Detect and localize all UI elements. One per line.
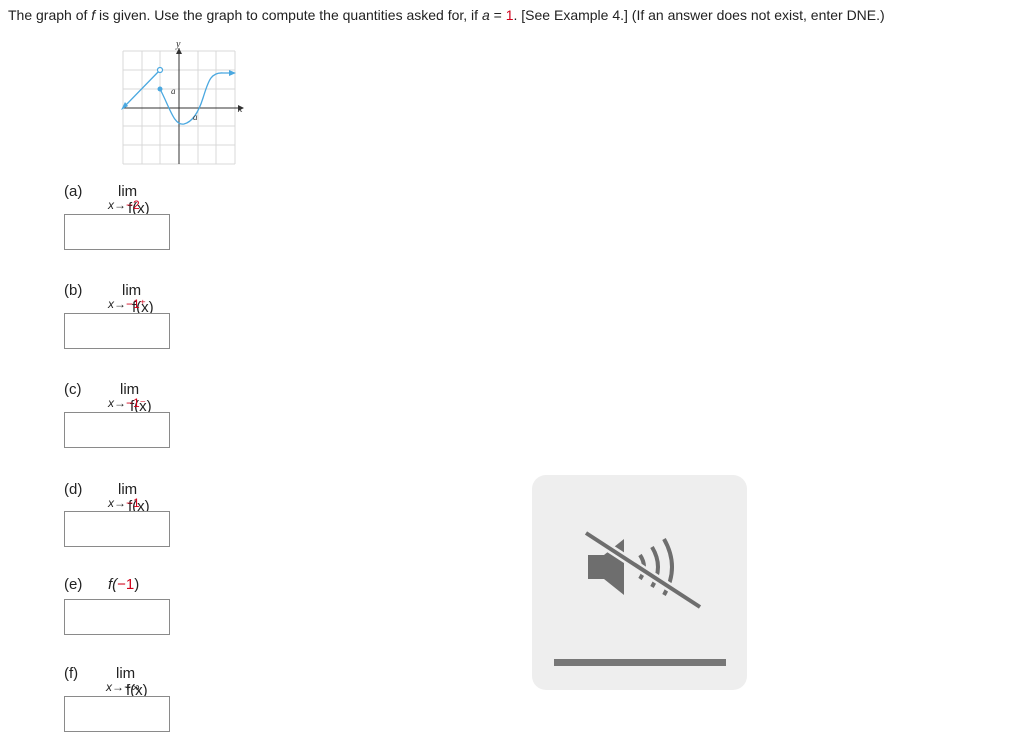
volume-level-bar [554,659,726,666]
lim-subscript: x→−2 [108,198,140,212]
answer-input-d[interactable] [64,511,170,547]
graph-a-label-lower: a [193,112,198,122]
x-axis-label: x [237,104,243,115]
prompt-a: a [481,7,490,23]
part-label: (d) [64,481,83,498]
open-point [156,66,164,74]
closed-point [157,86,163,92]
volume-muted-icon [583,529,703,611]
prompt-a-value: 1 [505,7,514,23]
prompt-text: The graph of [8,7,92,23]
function-graph: x y a a [121,39,244,165]
lim-subscript: x→−1⁻ [108,396,147,410]
function-arg: −1 [117,576,135,593]
answer-input-e[interactable] [64,599,170,635]
limit-expression: lim x→−1⁺ f(x) [108,282,154,316]
answer-input-f[interactable] [64,696,170,732]
question-prompt: The graph of f is given. Use the graph t… [8,7,1020,23]
limit-expression: lim x→−2 f(x) [108,183,150,217]
part-label: (a) [64,183,83,200]
answer-input-c[interactable] [64,412,170,448]
function-f: f( [108,576,118,593]
limit-expression: lim x→+∞ f(x) [106,665,148,699]
lim-subscript: x→−1⁺ [108,297,147,311]
graph-a-label-upper: a [171,86,176,96]
volume-overlay [532,475,747,690]
lim-subscript: x→+∞ [106,680,140,694]
part-label: (c) [64,381,82,398]
lim-subscript: x→−1 [108,496,140,510]
limit-expression: lim x→−1⁻ f(x) [108,381,152,415]
answer-input-a[interactable] [64,214,170,250]
part-label: (b) [64,282,83,299]
limit-expression: lim x→−1 f(x) [108,481,150,515]
y-axis-label: y [175,39,181,50]
part-label: (e) [64,576,83,593]
prompt-text-2: is given. Use the graph to compute the q… [95,7,482,23]
prompt-eq: = [489,7,506,23]
part-label: (f) [64,665,79,682]
function-value-expression: f(−1) [108,576,139,593]
prompt-text-3: . [See Example 4.] (If an answer does no… [513,7,885,23]
function-close: ) [134,576,140,593]
answer-input-b[interactable] [64,313,170,349]
graph-axes [123,48,244,164]
